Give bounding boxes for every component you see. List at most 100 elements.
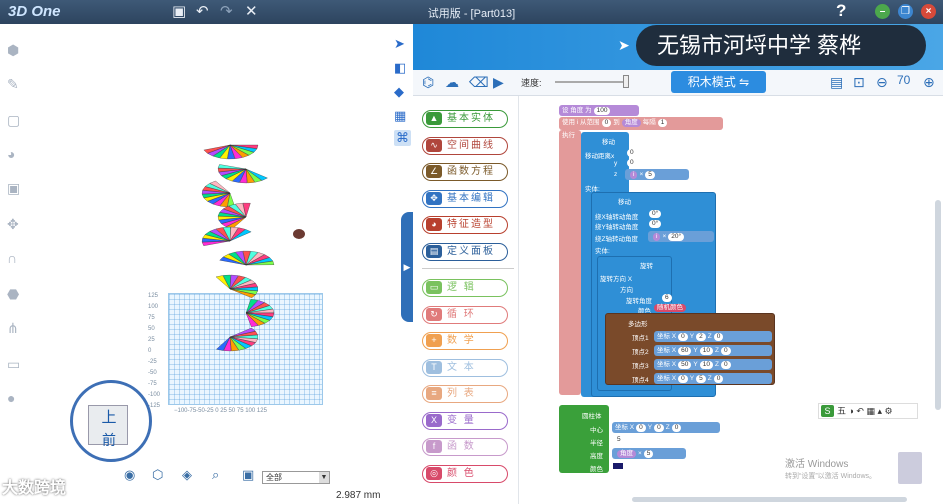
category-icon: ∿ xyxy=(426,138,442,152)
category-button[interactable]: X变 量 xyxy=(422,411,508,430)
feature-icon[interactable]: ◕ xyxy=(7,146,15,162)
vertex-coordinate-block[interactable]: 坐标 X0Y2Z0 xyxy=(654,331,772,342)
rotz-multiply-block[interactable]: i × 20° xyxy=(648,231,714,242)
vertex-label: 顶点4 xyxy=(632,377,649,384)
category-button[interactable]: T文 本 xyxy=(422,358,508,377)
category-button[interactable]: ∠ 函数方程 xyxy=(422,163,508,181)
grid-y-tick-label: 25 xyxy=(148,337,155,343)
category-button[interactable]: ◕ 特征造型 xyxy=(422,216,508,234)
zoom-readout: 2.987 mm xyxy=(336,490,381,501)
array-icon[interactable]: ⋔ xyxy=(7,320,19,337)
zoom-in-icon[interactable]: ⊕ xyxy=(923,74,935,91)
grid-y-tick-label: -75 xyxy=(148,381,157,387)
mini-toolbar[interactable]: S 五 ◑ ↶ ▦ ▴ ⚙ xyxy=(818,403,918,419)
play-icon[interactable]: ▶ xyxy=(493,74,504,91)
vertex-value[interactable]: 0 xyxy=(713,375,724,383)
sketch-icon[interactable]: ✎ xyxy=(7,76,19,93)
minimize-button[interactable]: – xyxy=(875,4,890,19)
category-button[interactable]: ▭ 逻 辑 xyxy=(422,279,508,297)
category-button[interactable]: ▲ 基本实体 xyxy=(422,110,508,128)
category-label: 文 本 xyxy=(447,361,476,373)
send-icon[interactable]: ➤ xyxy=(394,36,405,52)
vertex-value[interactable]: 60 xyxy=(678,347,692,355)
vertex-value[interactable]: 5 xyxy=(696,375,706,383)
z-multiply-block[interactable]: i × 5 xyxy=(625,169,689,180)
category-button[interactable]: ↻ 循 环 xyxy=(422,305,508,324)
category-label: 变 量 xyxy=(447,414,476,426)
restore-button[interactable]: ❐ xyxy=(898,4,913,19)
spiral-model[interactable] xyxy=(193,135,283,360)
vertical-scrollbar[interactable] xyxy=(935,200,941,410)
set-variable-block[interactable]: 设 角度 为 100 xyxy=(559,105,639,116)
for-loop-block[interactable]: 使用 i 从范围 0 到角度 每隔 1 xyxy=(559,117,723,130)
combine-icon[interactable]: ⬣ xyxy=(7,286,19,303)
grid-y-tick-label: -100 xyxy=(148,392,161,398)
vertex-coordinate-block[interactable]: 坐标 X 60 Y 10 Z 0 xyxy=(654,345,772,356)
category-label: 列 表 xyxy=(447,388,476,399)
vertex-value[interactable]: 2 xyxy=(696,333,706,341)
magnet-icon[interactable]: ∩ xyxy=(7,250,17,266)
trash-can-icon[interactable] xyxy=(898,452,922,484)
view-cube-front[interactable]: 前 xyxy=(89,430,129,448)
modify-icon[interactable]: ▣ xyxy=(7,180,20,197)
zoom-fit-icon[interactable]: ⌕ xyxy=(212,467,219,483)
transform-icon[interactable]: ✥ xyxy=(7,216,19,233)
sketch-edit-icon[interactable]: ▢ xyxy=(7,112,20,129)
vertex-value[interactable]: 0 xyxy=(678,333,688,341)
grid-y-tick-label: 50 xyxy=(148,326,155,332)
horizontal-scrollbar[interactable] xyxy=(632,497,907,502)
iso-view-icon[interactable]: ◈ xyxy=(182,467,192,483)
category-button[interactable]: ✥ 基本编辑 xyxy=(422,189,508,208)
vertex-value[interactable]: 10 xyxy=(699,347,713,355)
speed-slider[interactable] xyxy=(555,81,627,83)
block-mode-button[interactable]: 积木模式 ⇋ xyxy=(671,71,766,93)
view-cube-top[interactable]: 上 xyxy=(89,406,129,428)
render-icon[interactable]: ▣ xyxy=(242,467,254,483)
vertex-axis-label: Y xyxy=(693,347,698,354)
code-icon[interactable]: ⌘ xyxy=(394,130,411,146)
category-button[interactable]: + 数 学 xyxy=(422,332,508,350)
layers-icon[interactable]: ▦ xyxy=(394,108,406,124)
panel-collapse-handle[interactable]: ▶ xyxy=(401,212,413,322)
vertex-coordinate-block[interactable]: 坐标 X0Y5Z0 xyxy=(654,373,772,384)
category-button[interactable]: f函 数 xyxy=(422,438,508,456)
category-button[interactable]: ▤ 定义面板 xyxy=(422,242,508,261)
cylinder-height-block[interactable]: 角度 × 5 xyxy=(612,448,686,459)
zoom-out-icon[interactable]: ⊖ xyxy=(876,74,888,91)
chevron-down-icon[interactable]: ▼ xyxy=(319,472,329,483)
measure-icon[interactable]: ▭ xyxy=(7,356,20,373)
box-view-icon[interactable]: ⬡ xyxy=(152,467,163,483)
category-button[interactable]: ≡ 列 表 xyxy=(422,385,508,403)
vertex-coordinate-block[interactable]: 坐标 X 50 Y 10 Z 0 xyxy=(654,359,772,370)
vertex-value[interactable]: 0 xyxy=(678,375,688,383)
title-bar: 3D One ▣ ↶ ↷ ✕ 试用版 - [Part013] ? – ❐ × xyxy=(0,0,943,24)
vertex-value[interactable]: 0 xyxy=(720,347,731,355)
view-cube[interactable]: 上 前 xyxy=(88,405,129,448)
speed-slider-thumb[interactable] xyxy=(623,75,629,88)
eye-icon[interactable]: ◉ xyxy=(124,467,135,483)
category-icon: f xyxy=(426,440,442,453)
cylinder-color-swatch[interactable] xyxy=(612,462,624,470)
category-label: 函数方程 xyxy=(447,166,495,177)
vertex-value[interactable]: 0 xyxy=(713,333,724,341)
help-button[interactable]: ? xyxy=(836,1,846,21)
close-button[interactable]: × xyxy=(921,4,936,19)
vertex-value[interactable]: 10 xyxy=(699,361,713,369)
category-label: 基本编辑 xyxy=(447,192,495,204)
export-file-icon[interactable]: ▤ xyxy=(830,74,843,91)
cube-icon[interactable]: ◆ xyxy=(394,84,404,100)
cloud-upload-icon[interactable]: ☁ xyxy=(445,74,459,91)
layer-select[interactable]: 全部 ▼ xyxy=(262,471,330,484)
vertex-axis-label: Z xyxy=(707,375,712,382)
basic-shape-icon[interactable]: ⬢ xyxy=(7,42,19,59)
category-button[interactable]: ∿ 空间曲线 xyxy=(422,136,508,155)
focus-icon[interactable]: ⊡ xyxy=(853,74,865,91)
cylinder-center-block[interactable]: 坐标 X0Y0Z0 xyxy=(612,422,720,433)
vertex-value[interactable]: 0 xyxy=(720,361,731,369)
delete-file-icon[interactable]: ⌫ xyxy=(469,74,489,91)
material-icon[interactable]: ● xyxy=(7,390,15,406)
sitemap-icon[interactable]: ⌬ xyxy=(422,74,434,91)
category-button[interactable]: ◎ 颜 色 xyxy=(422,464,508,483)
vertex-value[interactable]: 50 xyxy=(678,361,692,369)
blocks-icon[interactable]: ◧ xyxy=(394,60,406,76)
